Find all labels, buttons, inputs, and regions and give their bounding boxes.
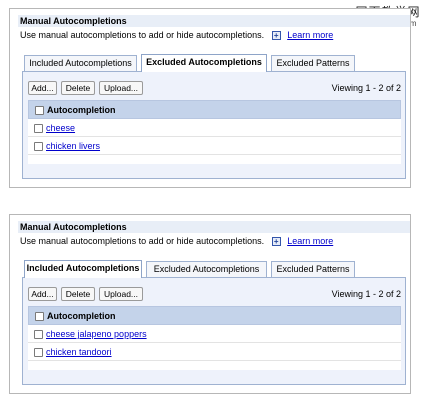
row-checkbox[interactable] [34,330,43,339]
viewing-count: Viewing 1 - 2 of 2 [331,289,401,299]
tab-excluded-patterns[interactable]: Excluded Patterns [271,261,355,277]
tab-included-autocompletions[interactable]: Included Autocompletions [24,55,137,71]
plus-icon[interactable]: + [271,31,281,40]
upload-button[interactable]: Upload... [99,287,143,301]
grid-empty-area [28,155,401,164]
learn-more-link[interactable]: Learn more [287,236,333,246]
panel-title-bar: Manual Autocompletions [18,15,410,27]
table-row: cheese [28,119,401,137]
table-row: chicken livers [28,137,401,155]
panel-title-bar: Manual Autocompletions [18,221,410,233]
add-button[interactable]: Add... [28,81,57,95]
learn-more-link[interactable]: Learn more [287,30,333,40]
tab-content: Add... Delete Upload... Viewing 1 - 2 of… [22,71,406,179]
select-all-checkbox[interactable] [35,312,44,321]
grid-header: Autocompletion [28,100,401,119]
table-row: cheese jalapeno poppers [28,325,401,343]
tab-content: Add... Delete Upload... Viewing 1 - 2 of… [22,277,406,385]
tab-excluded-autocompletions[interactable]: Excluded Autocompletions [141,54,267,72]
column-header-autocompletion: Autocompletion [47,105,116,115]
row-checkbox[interactable] [34,124,43,133]
autocompletions-panel-included: Manual Autocompletions Use manual autoco… [9,214,411,394]
autocompletion-link[interactable]: chicken tandoori [46,346,112,358]
delete-button[interactable]: Delete [61,81,95,95]
table-row: chicken tandoori [28,343,401,361]
tab-excluded-patterns[interactable]: Excluded Patterns [271,55,355,71]
grid-header: Autocompletion [28,306,401,325]
column-header-autocompletion: Autocompletion [47,311,116,321]
row-checkbox[interactable] [34,142,43,151]
panel-title: Manual Autocompletions [20,16,127,26]
panel-title: Manual Autocompletions [20,222,127,232]
viewing-count: Viewing 1 - 2 of 2 [331,83,401,93]
autocompletion-link[interactable]: cheese jalapeno poppers [46,328,147,340]
autocompletion-link[interactable]: cheese [46,122,75,134]
autocompletion-link[interactable]: chicken livers [46,140,100,152]
panel-description-line: Use manual autocompletions to add or hid… [20,235,333,247]
panel-description: Use manual autocompletions to add or hid… [20,30,265,40]
row-checkbox[interactable] [34,348,43,357]
panel-description-line: Use manual autocompletions to add or hid… [20,29,333,41]
tab-included-autocompletions[interactable]: Included Autocompletions [24,260,142,278]
autocompletions-panel-excluded: Manual Autocompletions Use manual autoco… [9,8,411,188]
delete-button[interactable]: Delete [61,287,95,301]
grid-empty-area [28,361,401,370]
select-all-checkbox[interactable] [35,106,44,115]
add-button[interactable]: Add... [28,287,57,301]
plus-icon[interactable]: + [271,237,281,246]
upload-button[interactable]: Upload... [99,81,143,95]
panel-description: Use manual autocompletions to add or hid… [20,236,265,246]
tab-excluded-autocompletions[interactable]: Excluded Autocompletions [146,261,267,277]
